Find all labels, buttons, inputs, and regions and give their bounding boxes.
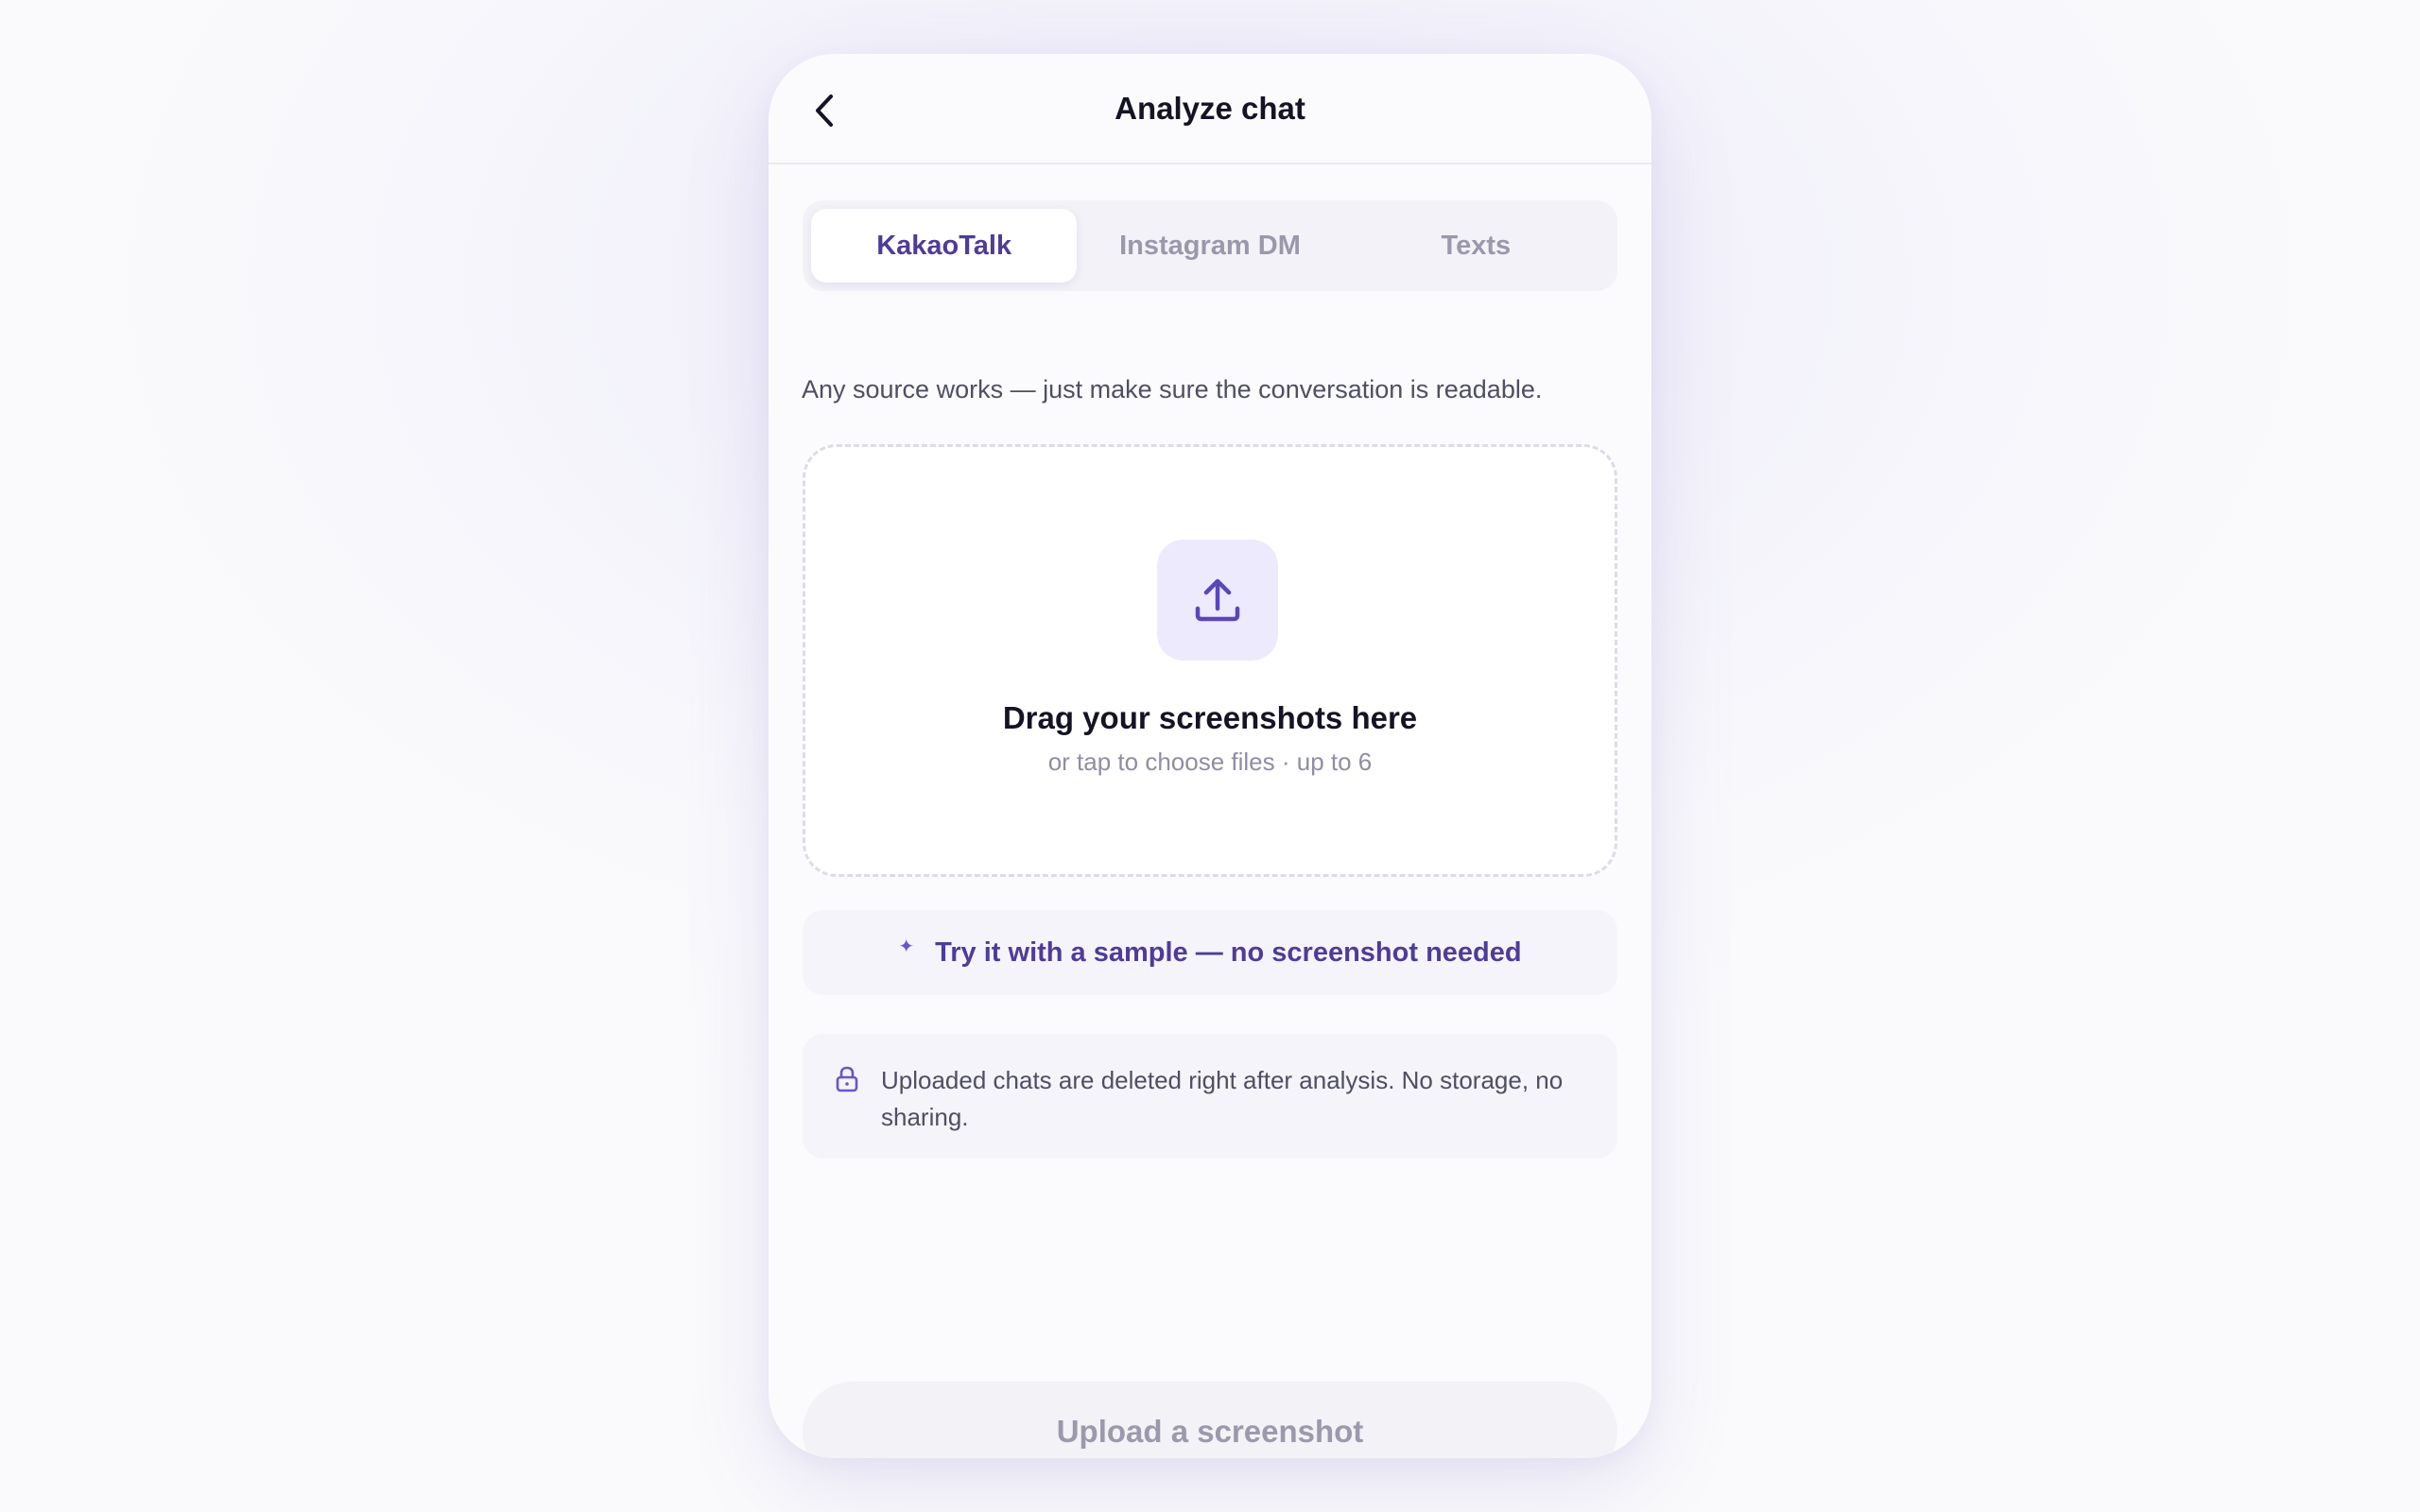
try-sample-button[interactable]: ✦ Try it with a sample — no screenshot n… [803,910,1617,995]
phone-screen: Analyze chat KakaoTalk Instagram DM Text… [769,54,1651,1458]
source-hint: Any source works — just make sure the co… [802,375,1543,404]
privacy-text: Uploaded chats are deleted right after a… [881,1066,1564,1131]
tab-instagram-dm[interactable]: Instagram DM [1077,209,1342,283]
upload-screenshot-button[interactable]: Upload a screenshot [803,1382,1617,1458]
header: Analyze chat [769,54,1651,164]
try-sample-label: Try it with a sample — no screenshot nee… [935,936,1522,968]
screenshot-dropzone[interactable]: Drag your screenshots here or tap to cho… [803,444,1617,877]
dropzone-subtitle: or tap to choose files · up to 6 [1047,747,1373,776]
back-button[interactable] [804,90,846,131]
tab-texts[interactable]: Texts [1343,209,1609,283]
page-title: Analyze chat [1115,91,1305,126]
chevron-left-icon [816,94,833,127]
tab-kakaotalk[interactable]: KakaoTalk [811,209,1078,283]
upload-icon-tile [1157,540,1278,661]
sparkle-icon: ✦ [898,936,915,957]
lock-icon [836,1066,858,1092]
source-tabs: KakaoTalk Instagram DM Texts [803,200,1617,291]
privacy-notice: Uploaded chats are deleted right after a… [803,1034,1617,1159]
dropzone-title: Drag your screenshots here [1002,700,1418,735]
upload-icon [1195,578,1240,622]
